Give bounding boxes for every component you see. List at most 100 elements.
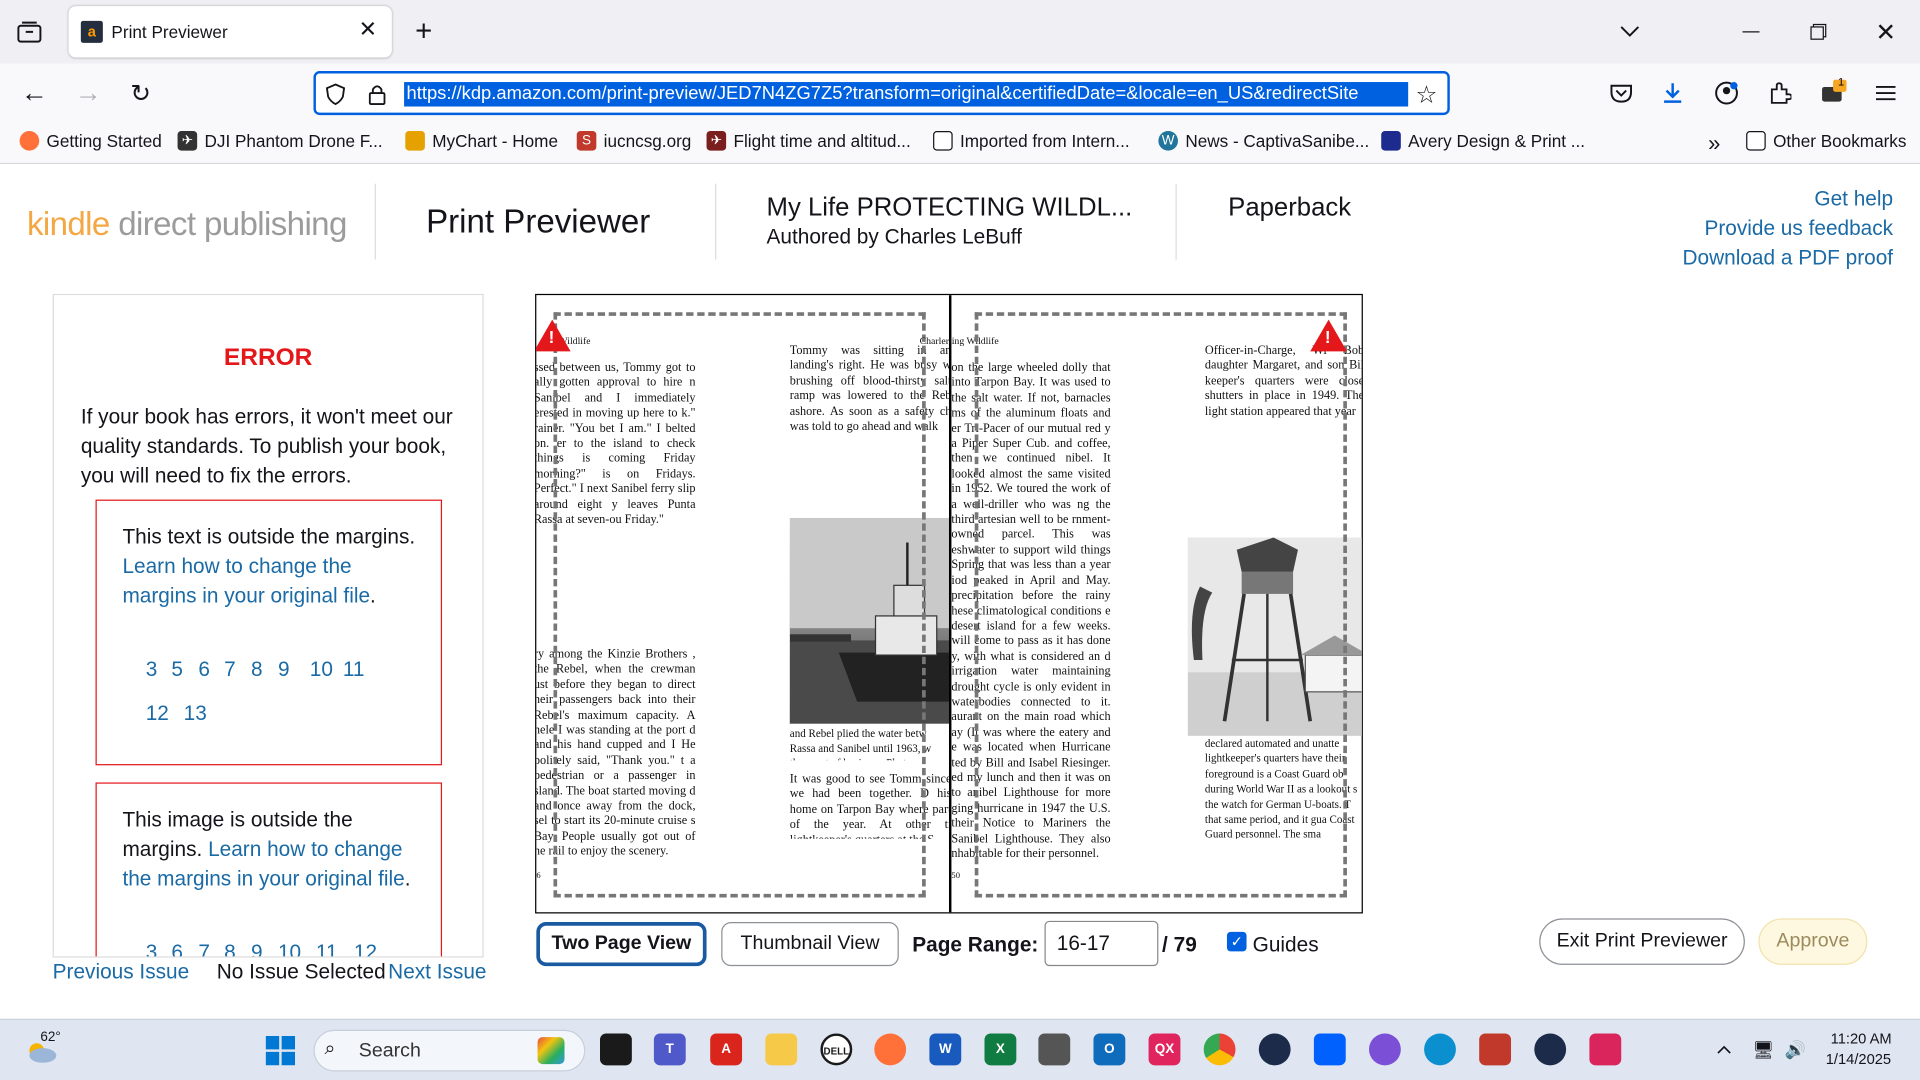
task-view-icon[interactable] bbox=[600, 1033, 632, 1066]
calculator-icon[interactable] bbox=[1038, 1033, 1071, 1066]
clock-date[interactable]: 1/14/2025 bbox=[1826, 1051, 1891, 1068]
tab-list-icon[interactable] bbox=[15, 17, 44, 46]
extension-badge-icon[interactable]: 1 bbox=[1817, 76, 1849, 108]
close-window-icon[interactable]: ✕ bbox=[1871, 17, 1900, 46]
page-link[interactable]: 3 bbox=[146, 940, 158, 956]
bookmark-other[interactable]: Other Bookmarks bbox=[1746, 131, 1906, 151]
extensions-icon[interactable] bbox=[1766, 78, 1795, 107]
pocket-icon[interactable] bbox=[1607, 78, 1636, 107]
restore-icon[interactable] bbox=[1804, 17, 1833, 46]
page-link[interactable]: 5 bbox=[171, 658, 183, 682]
dell-icon[interactable]: DELL bbox=[820, 1033, 853, 1066]
bookmarks-overflow-icon[interactable]: » bbox=[1702, 130, 1726, 155]
guides-label[interactable]: Guides bbox=[1253, 933, 1319, 957]
page-link[interactable]: 8 bbox=[251, 658, 263, 682]
page-link[interactable]: 9 bbox=[278, 658, 290, 682]
page-link[interactable]: 6 bbox=[198, 658, 210, 682]
folder-icon bbox=[933, 131, 953, 151]
page-link[interactable]: 9 bbox=[251, 940, 263, 956]
shield-icon[interactable] bbox=[323, 82, 347, 106]
next-issue-link[interactable]: Next Issue bbox=[388, 960, 486, 984]
get-help-link[interactable]: Get help bbox=[1814, 187, 1893, 211]
bookmark-news-captiva[interactable]: W News - CaptivaSanibe... bbox=[1158, 131, 1369, 151]
bookmark-iucncsg[interactable]: Siucncsg.org bbox=[576, 131, 691, 151]
affinity-icon[interactable] bbox=[1479, 1033, 1512, 1066]
thumbnail-view-button[interactable]: Thumbnail View bbox=[721, 922, 899, 967]
learn-margins-link[interactable]: Learn how to change the margins in your … bbox=[122, 555, 370, 608]
account-icon[interactable] bbox=[1712, 78, 1741, 107]
clock-time[interactable]: 11:20 AM bbox=[1831, 1030, 1892, 1047]
tab-overflow-chevron-icon[interactable] bbox=[1615, 17, 1644, 46]
kdp-logo[interactable]: kindle direct publishing bbox=[27, 206, 347, 244]
new-tab-icon[interactable]: + bbox=[409, 15, 438, 48]
book-preview[interactable]: Wildlife ssed between us, Tommy got to a… bbox=[535, 293, 1363, 914]
dropbox-icon[interactable] bbox=[1313, 1033, 1346, 1066]
qx-icon[interactable]: QX bbox=[1148, 1033, 1181, 1066]
tray-chevron-icon[interactable] bbox=[1712, 1037, 1736, 1061]
back-icon[interactable]: ← bbox=[20, 77, 49, 108]
page-link[interactable]: 7 bbox=[198, 940, 210, 956]
reload-icon[interactable]: ↻ bbox=[126, 78, 155, 107]
network-icon[interactable]: 🖥 bbox=[1751, 1037, 1775, 1061]
previous-issue-link[interactable]: Previous Issue bbox=[53, 960, 190, 984]
mychart-icon bbox=[405, 131, 425, 151]
page-link[interactable]: 6 bbox=[171, 940, 183, 956]
guides-checkbox[interactable]: ✓ bbox=[1226, 931, 1247, 952]
bookmark-dji[interactable]: ✈ DJI Phantom Drone F... bbox=[177, 131, 383, 151]
volume-icon[interactable]: 🔊 bbox=[1783, 1037, 1807, 1061]
excel-icon[interactable]: X bbox=[984, 1033, 1017, 1066]
bookmark-star-icon[interactable]: ☆ bbox=[1413, 81, 1440, 108]
file-explorer-icon[interactable] bbox=[765, 1033, 798, 1066]
header-divider bbox=[715, 183, 717, 260]
page-link[interactable]: 7 bbox=[224, 658, 236, 682]
taskbar-search[interactable]: ⌕ Search bbox=[313, 1029, 586, 1072]
download-pdf-proof-link[interactable]: Download a PDF proof bbox=[1682, 246, 1893, 270]
page-range-input[interactable]: 16-17 bbox=[1044, 920, 1159, 967]
feedback-link[interactable]: Provide us feedback bbox=[1704, 217, 1893, 241]
page-link[interactable]: 12 bbox=[146, 702, 169, 726]
bookmarks-bar: Getting Started ✈ DJI Phantom Drone F... … bbox=[0, 122, 1920, 165]
active-tab[interactable]: a Print Previewer ✕ bbox=[68, 6, 392, 58]
lock-icon[interactable] bbox=[365, 82, 389, 106]
outlook-icon[interactable]: O bbox=[1093, 1033, 1126, 1066]
forward-icon[interactable]: → bbox=[73, 77, 102, 108]
warning-icon[interactable]: ! bbox=[536, 319, 571, 352]
start-icon[interactable] bbox=[264, 1035, 296, 1067]
approve-button[interactable]: Approve bbox=[1758, 918, 1868, 965]
downloads-icon[interactable] bbox=[1658, 78, 1687, 107]
page-link[interactable]: 3 bbox=[146, 658, 158, 682]
word-icon[interactable]: W bbox=[929, 1033, 962, 1066]
acrobat-icon[interactable]: A bbox=[710, 1033, 743, 1066]
exit-print-previewer-button[interactable]: Exit Print Previewer bbox=[1539, 918, 1745, 965]
bookmark-mychart[interactable]: MyChart - Home bbox=[405, 131, 558, 151]
app2-icon[interactable] bbox=[1534, 1033, 1567, 1066]
app-icon[interactable] bbox=[1258, 1033, 1291, 1066]
page-link[interactable]: 13 bbox=[184, 702, 207, 726]
page-link[interactable]: 11 bbox=[343, 658, 365, 682]
minimize-icon[interactable] bbox=[1736, 17, 1765, 46]
left-folio: 6 bbox=[536, 870, 541, 881]
tab-bar: a Print Previewer ✕ + ✕ bbox=[0, 0, 1920, 64]
page-link[interactable]: 10 bbox=[278, 940, 301, 956]
circle-app-icon[interactable] bbox=[1368, 1033, 1401, 1066]
menu-icon[interactable] bbox=[1871, 78, 1900, 107]
page-link[interactable]: 8 bbox=[224, 940, 236, 956]
firefox-icon[interactable] bbox=[874, 1033, 907, 1066]
chrome-icon[interactable] bbox=[1203, 1033, 1236, 1066]
bookmark-flight-time[interactable]: ✈ Flight time and altitud... bbox=[706, 131, 911, 151]
url-bar[interactable]: https://kdp.amazon.com/print-preview/JED… bbox=[313, 71, 1450, 116]
bookmark-imported[interactable]: Imported from Intern... bbox=[933, 131, 1130, 151]
edge-icon[interactable] bbox=[1424, 1033, 1456, 1066]
bookmark-getting-started[interactable]: Getting Started bbox=[19, 131, 162, 151]
bookmark-avery[interactable]: Avery Design & Print ... bbox=[1381, 131, 1585, 151]
teams-icon[interactable]: T bbox=[653, 1033, 686, 1066]
page-link[interactable]: 12 bbox=[354, 940, 377, 956]
page-link[interactable]: 11 bbox=[316, 940, 338, 956]
close-tab-icon[interactable]: ✕ bbox=[359, 17, 377, 43]
url-text[interactable]: https://kdp.amazon.com/print-preview/JED… bbox=[404, 82, 1409, 107]
page-link[interactable]: 10 bbox=[310, 658, 333, 682]
two-page-view-button[interactable]: Two Page View bbox=[536, 922, 707, 967]
page-content: kindle direct publishing Print Previewer… bbox=[0, 164, 1920, 1019]
warning-icon[interactable]: ! bbox=[1310, 319, 1347, 352]
snipping-icon[interactable] bbox=[1589, 1033, 1622, 1066]
